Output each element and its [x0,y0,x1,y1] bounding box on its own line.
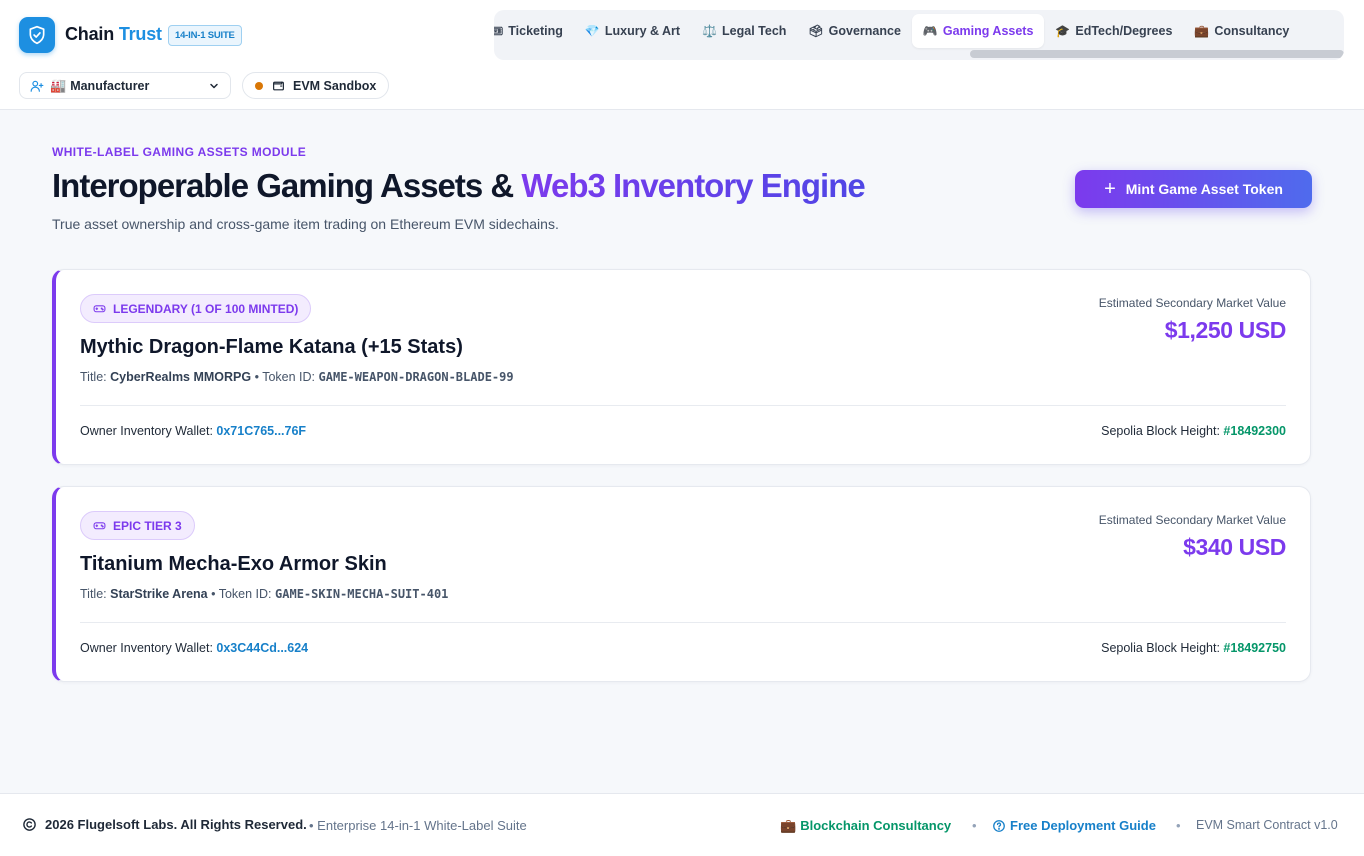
card-divider [80,622,1286,623]
block-height: Sepolia Block Height: #18492750 [1101,641,1286,655]
contract-version: EVM Smart Contract v1.0 [1196,818,1338,832]
brand-main: Chain [65,24,115,44]
page-subtitle: True asset ownership and cross-game item… [52,216,559,232]
footer-separator: • [972,818,977,833]
footer-separator: • [1176,818,1181,833]
tab-gaming-assets[interactable]: 🎮 Gaming Assets [911,14,1045,48]
mint-button-label: Mint Game Asset Token [1125,181,1283,197]
role-select[interactable]: 🏭 Manufacturer [19,72,231,99]
wallet-address-link[interactable]: 0x71C765...76F [216,424,306,438]
gamepad-icon [93,302,106,315]
help-circle-icon [992,819,1006,833]
asset-card[interactable]: EPIC TIER 3 Titanium Mecha-Exo Armor Ski… [52,486,1311,682]
guide-label: Free Deployment Guide [1010,818,1156,833]
factory-icon: 🏭 [50,77,67,93]
copyright: 2026 Flugelsoft Labs. All Rights Reserve… [22,817,307,832]
page-title-accent: Web3 Inventory Engine [521,167,865,204]
asset-meta: Title: CyberRealms MMORPG • Token ID: GA… [80,370,514,384]
rarity-label: LEGENDARY (1 OF 100 MINTED) [113,301,299,316]
rarity-badge: LEGENDARY (1 OF 100 MINTED) [80,294,312,323]
network-status-pill[interactable]: EVM Sandbox [242,72,390,99]
role-value: Manufacturer [70,78,150,93]
tab-consultancy[interactable]: 💼 Consultancy [1183,14,1300,48]
market-value: $340 USD [1183,534,1286,560]
title-label: Title: [80,370,107,384]
page-title-plain: Interoperable Gaming Assets & [52,167,522,204]
token-label: • Token ID: [254,370,316,384]
module-tabs: 🎟 Ticketing 💎 Luxury & Art ⚖️ Legal Tech… [494,10,1344,60]
gamepad-icon: 🎮 [922,24,938,38]
block-height: Sepolia Block Height: #18492300 [1101,424,1286,438]
brand-accent: Trust [118,24,162,44]
asset-card[interactable]: LEGENDARY (1 OF 100 MINTED) Mythic Drago… [52,269,1311,465]
chevron-down-icon [208,80,220,92]
suite-text: • Enterprise 14-in-1 White-Label Suite [309,818,527,833]
rarity-badge: EPIC TIER 3 [80,511,195,540]
rarity-label: EPIC TIER 3 [113,518,182,533]
asset-name: Mythic Dragon-Flame Katana (+15 Stats) [80,336,463,358]
token-label: • Token ID: [211,587,272,601]
brand-name[interactable]: Chain Trust [65,24,162,45]
game-title: StarStrike Arena [110,587,208,601]
token-id: GAME-WEAPON-DRAGON-BLADE-99 [318,370,514,384]
tab-legal-tech[interactable]: ⚖️ Legal Tech [691,14,797,48]
module-eyebrow: WHITE-LABEL GAMING ASSETS MODULE [52,145,307,159]
wallet-address-link[interactable]: 0x3C44Cd...624 [216,641,308,655]
tab-label: Governance [828,24,901,38]
block-label: Sepolia Block Height: [1101,641,1220,655]
page-title: Interoperable Gaming Assets & Web3 Inven… [52,167,866,205]
owner-wallet: Owner Inventory Wallet: 0x71C765...76F [80,424,306,438]
scales-icon: ⚖️ [702,24,718,38]
tab-label: Luxury & Art [604,24,681,38]
tab-label: Ticketing [508,24,563,38]
tabs-scrollbar[interactable] [970,50,1344,58]
block-number-link[interactable]: #18492300 [1223,424,1286,438]
block-number-link[interactable]: #18492750 [1223,641,1286,655]
copyright-icon [22,817,37,832]
user-icon [30,79,44,93]
mint-asset-button[interactable]: + Mint Game Asset Token [1075,170,1312,208]
market-value: $1,250 USD [1164,317,1287,343]
title-label: Title: [80,587,107,601]
wallet-label: Owner Inventory Wallet: [80,424,213,438]
tab-label: EdTech/Degrees [1075,24,1173,38]
shield-logo-icon[interactable] [19,17,55,53]
ticket-icon: 🎟 [494,24,504,38]
tab-ticketing[interactable]: 🎟 Ticketing [494,14,574,48]
owner-wallet: Owner Inventory Wallet: 0x3C44Cd...624 [80,641,308,655]
tab-luxury-art[interactable]: 💎 Luxury & Art [574,14,691,48]
briefcase-icon: 💼 [780,818,797,833]
app-footer: 2026 Flugelsoft Labs. All Rights Reserve… [0,793,1364,856]
tab-edtech-degrees[interactable]: 🎓 EdTech/Degrees [1044,14,1183,48]
consultancy-label: Blockchain Consultancy [800,818,952,833]
copyright-text: 2026 Flugelsoft Labs. All Rights Reserve… [45,817,307,832]
deployment-guide-link[interactable]: Free Deployment Guide [992,818,1156,833]
value-label: Estimated Secondary Market Value [1098,296,1286,310]
gamepad-icon [93,519,106,532]
card-divider [80,405,1286,406]
asset-meta: Title: StarStrike Arena • Token ID: GAME… [80,587,448,601]
briefcase-icon: 💼 [1194,24,1210,38]
game-title: CyberRealms MMORPG [110,370,252,384]
asset-name: Titanium Mecha-Exo Armor Skin [80,553,387,575]
graduation-cap-icon: 🎓 [1055,24,1071,38]
suite-badge: 14-IN-1 SUITE [168,25,242,46]
wallet-label: Owner Inventory Wallet: [80,641,213,655]
wallet-icon [272,79,285,92]
tab-label: Legal Tech [722,24,787,38]
value-label: Estimated Secondary Market Value [1098,513,1286,527]
token-id: GAME-SKIN-MECHA-SUIT-401 [275,587,449,601]
network-label: EVM Sandbox [293,78,377,93]
app-header: Chain Trust 14-IN-1 SUITE 🏭 Manufacturer… [0,0,1364,110]
block-label: Sepolia Block Height: [1101,424,1220,438]
gem-icon: 💎 [584,24,600,38]
tab-label: Gaming Assets [942,24,1034,38]
tab-governance[interactable]: 🗳 Governance [797,14,912,48]
status-dot [255,81,263,90]
plus-icon: + [1104,178,1116,200]
ballot-box-icon: 🗳 [808,24,824,38]
tab-label: Consultancy [1214,24,1290,38]
consultancy-link[interactable]: 💼 Blockchain Consultancy [780,818,951,834]
